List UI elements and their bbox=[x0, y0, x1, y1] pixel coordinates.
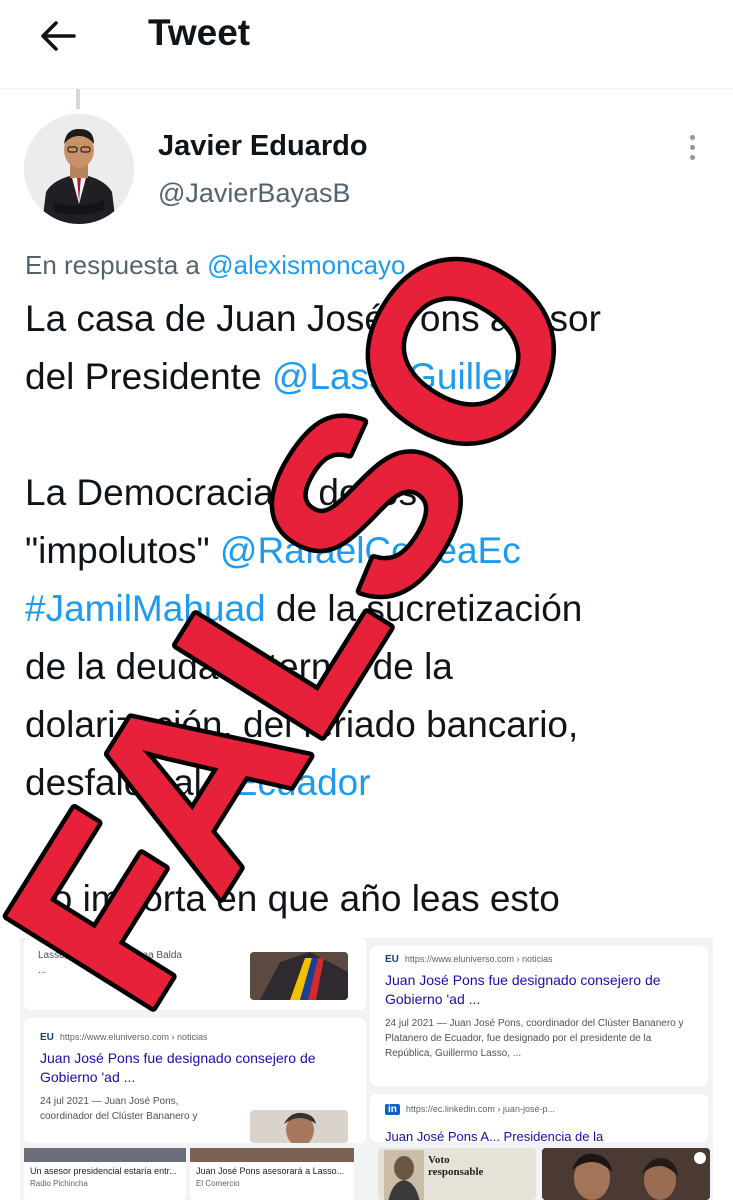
tweet-line: dolarización, del feriado bancario, bbox=[25, 704, 579, 745]
photo-thumbnail bbox=[542, 1148, 710, 1200]
eluniverso-logo: EU bbox=[385, 954, 399, 965]
hashtag-link[interactable]: #Ecuador bbox=[212, 762, 370, 803]
result-snippet: 24 jul 2021 — Juan José Pons, coordinado… bbox=[40, 1096, 198, 1122]
tweet-line: de la deuda externa, de la bbox=[25, 646, 453, 687]
tweet-line-text: de la sucretización bbox=[265, 588, 583, 629]
newspaper-line: Voto bbox=[428, 1154, 450, 1166]
result-thumbnail bbox=[250, 952, 348, 1000]
reply-context: En respuesta a @alexismoncayo bbox=[25, 250, 406, 281]
result-thumbnail bbox=[250, 1110, 348, 1143]
image-result-source: El Comercio bbox=[196, 1179, 240, 1188]
result-title-link[interactable]: Juan José Pons A... Presidencia de la bbox=[385, 1127, 700, 1146]
avatar-photo bbox=[24, 114, 134, 224]
paragraph-break bbox=[25, 406, 725, 464]
tweet-line: La Democracia P de los bbox=[25, 472, 418, 513]
author-name[interactable]: Javier Eduardo bbox=[158, 130, 368, 163]
tweet-line: La casa de Juan José Pons asesor bbox=[25, 298, 601, 339]
image-result-card[interactable]: Un asesor presidencial estaría entr... R… bbox=[24, 1148, 186, 1200]
tweet-line: desfalco al #Ecuador bbox=[25, 754, 725, 812]
result-snippet: Lasso, Juan Pablo Correa Balda ... bbox=[38, 950, 182, 976]
back-button[interactable] bbox=[36, 14, 80, 58]
reply-prefix: En respuesta a bbox=[25, 250, 200, 280]
result-title-link[interactable]: Juan José Pons fue designado consejero d… bbox=[385, 971, 700, 1009]
newspaper-photo bbox=[384, 1150, 424, 1200]
image-result-thumb bbox=[24, 1148, 186, 1162]
search-result-card: Lasso, Juan Pablo Correa Balda ... bbox=[24, 938, 366, 1010]
more-options-button[interactable] bbox=[680, 132, 704, 164]
tweet-line: del Presidente @LassoGuiller bbox=[25, 348, 725, 406]
newspaper-line: responsable bbox=[428, 1166, 484, 1178]
tweet-line-text: del Presidente bbox=[25, 356, 272, 397]
mention-link[interactable]: @RafaelCorreaEc bbox=[220, 530, 521, 571]
result-title-link[interactable]: Juan José Pons fue designado consejero d… bbox=[40, 1049, 356, 1087]
image-result-card[interactable]: Voto responsable bbox=[378, 1148, 536, 1200]
image-result-title: Juan José Pons asesorará a Lasso... bbox=[196, 1166, 345, 1176]
eluniverso-logo: EU bbox=[40, 1032, 54, 1043]
tweet-text: La casa de Juan José Pons asesor del Pre… bbox=[25, 290, 725, 928]
result-url: https://www.eluniverso.com › noticias bbox=[404, 954, 553, 964]
image-result-title: Un asesor presidencial estaría entr... bbox=[30, 1166, 177, 1176]
search-result-card[interactable]: in https://ec.linkedin.com › juan-josé-p.… bbox=[370, 1094, 708, 1144]
more-dot bbox=[689, 145, 695, 150]
author-handle[interactable]: @JavierBayasB bbox=[158, 178, 350, 209]
top-bar: Tweet bbox=[0, 0, 733, 89]
tweet-line: #JamilMahuad de la sucretización bbox=[25, 580, 725, 638]
result-source: EU https://www.eluniverso.com › noticias bbox=[385, 954, 700, 965]
image-result-card[interactable]: Juan José Pons asesorará a Lasso... El C… bbox=[190, 1148, 354, 1200]
image-result-card[interactable] bbox=[542, 1148, 710, 1200]
search-result-card[interactable]: EU https://www.eluniverso.com › noticias … bbox=[370, 946, 708, 1086]
thread-connector-line bbox=[76, 89, 80, 109]
linkedin-icon: in bbox=[385, 1104, 400, 1115]
tweet-line: "impolutos" @RafaelCorreaEc bbox=[25, 522, 725, 580]
result-url: https://www.eluniverso.com › noticias bbox=[59, 1032, 208, 1042]
paragraph-break bbox=[25, 812, 725, 870]
result-snippet: 24 jul 2021 — Juan José Pons, coordinado… bbox=[385, 1018, 684, 1059]
page-title: Tweet bbox=[148, 12, 251, 53]
newspaper-headline: Voto responsable bbox=[428, 1154, 483, 1178]
tweet-line-text: "impolutos" bbox=[25, 530, 220, 571]
attached-image[interactable]: Lasso, Juan Pablo Correa Balda ... EU htt… bbox=[20, 938, 713, 1200]
more-dot bbox=[689, 155, 695, 160]
more-dot bbox=[689, 135, 695, 140]
image-result-source: Radio Pichincha bbox=[30, 1179, 88, 1188]
result-source: EU https://www.eluniverso.com › noticias bbox=[40, 1032, 356, 1043]
result-source: in https://ec.linkedin.com › juan-josé-p.… bbox=[385, 1104, 700, 1115]
hashtag-link[interactable]: #JamilMahuad bbox=[25, 588, 266, 629]
search-result-card[interactable]: EU https://www.eluniverso.com › noticias … bbox=[24, 1018, 366, 1143]
tweet-line-text: desfalco al bbox=[25, 762, 213, 803]
tweet-line: No importa en que año leas esto bbox=[25, 878, 560, 919]
avatar[interactable] bbox=[24, 114, 134, 224]
mention-link[interactable]: @LassoGuiller bbox=[272, 356, 515, 397]
image-result-thumb bbox=[190, 1148, 354, 1162]
result-url: https://ec.linkedin.com › juan-josé-p... bbox=[405, 1104, 555, 1114]
arrow-left-icon bbox=[41, 21, 76, 51]
reply-mention-link[interactable]: @alexismoncayo bbox=[207, 250, 405, 280]
